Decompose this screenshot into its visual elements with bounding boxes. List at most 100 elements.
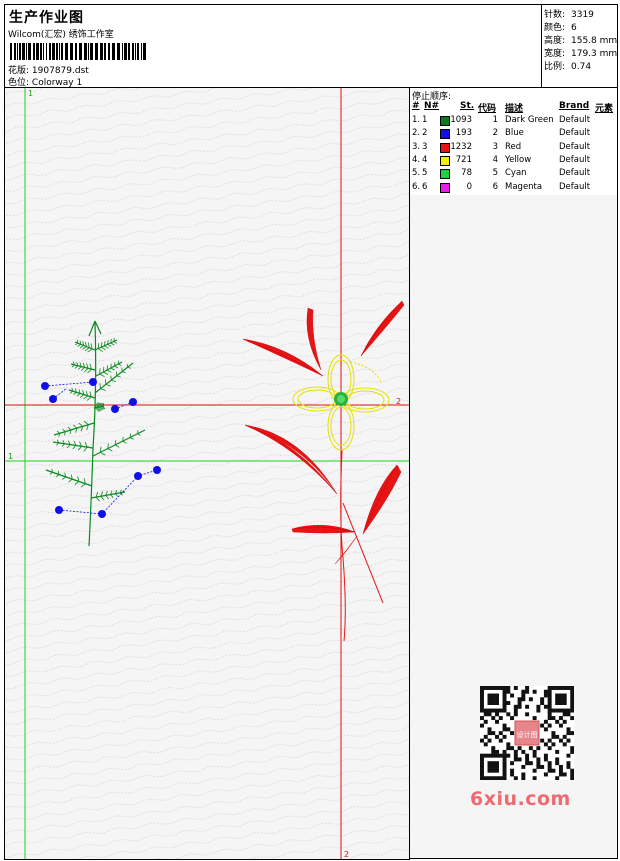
qr-module bbox=[543, 742, 548, 747]
table-row[interactable]: 4. 4 721 4 Yellow Default bbox=[410, 155, 615, 167]
qr-module bbox=[502, 761, 507, 766]
qr-module bbox=[570, 686, 574, 690]
qr-module bbox=[547, 712, 552, 717]
cell-brand: Default bbox=[559, 141, 591, 152]
qr-module bbox=[510, 761, 515, 766]
qr-module bbox=[480, 693, 484, 698]
table-row[interactable]: 1. 1 1093 1 Dark Green Default bbox=[410, 115, 615, 127]
canvas-texture bbox=[5, 88, 409, 859]
qr-module bbox=[540, 764, 545, 769]
qr-module bbox=[551, 686, 556, 690]
color-swatch bbox=[440, 182, 450, 193]
stat-label: 宽度: bbox=[544, 49, 566, 59]
stat-stitches: 针数: 3319 bbox=[544, 7, 594, 20]
qr-module bbox=[570, 697, 574, 702]
qr-module bbox=[513, 749, 518, 754]
table-row[interactable]: 6. 6 0 6 Magenta Default bbox=[410, 182, 615, 194]
qr-module bbox=[558, 738, 563, 743]
qr-module bbox=[547, 764, 552, 769]
cell-desc: Cyan bbox=[505, 168, 527, 179]
stat-height: 高度: 155.8 mm bbox=[544, 33, 617, 46]
qr-module bbox=[513, 704, 518, 709]
qr-module bbox=[570, 731, 574, 736]
guide-label-bottom: 2 bbox=[344, 850, 349, 859]
qr-module bbox=[555, 693, 560, 698]
qr-module bbox=[487, 776, 492, 780]
stat-value: 0.74 bbox=[571, 62, 592, 72]
qr-module bbox=[498, 716, 503, 721]
qr-module bbox=[543, 689, 548, 694]
fern-leaflet bbox=[114, 440, 117, 445]
embroidery-canvas[interactable]: 1 2 1 2 bbox=[4, 87, 410, 860]
qr-module bbox=[513, 753, 518, 758]
fern-leaflet bbox=[122, 436, 124, 442]
barcode-bar bbox=[90, 43, 93, 60]
qr-module bbox=[502, 749, 507, 754]
cell-brand: Default bbox=[559, 115, 591, 125]
color-swatch bbox=[440, 155, 450, 166]
qr-module bbox=[487, 727, 492, 732]
fern-leaflet bbox=[110, 375, 112, 381]
qr-module bbox=[506, 686, 511, 690]
table-row[interactable]: 3. 3 1232 3 Red Default bbox=[410, 142, 615, 154]
qr-module bbox=[502, 704, 507, 709]
qr-module bbox=[551, 716, 556, 721]
cell-num: 5. bbox=[412, 168, 421, 179]
qr-module bbox=[547, 761, 552, 766]
qr-module bbox=[555, 697, 560, 702]
qr-module bbox=[502, 772, 507, 777]
qr-module bbox=[566, 753, 571, 758]
barcode-bar bbox=[104, 43, 106, 60]
qr-module bbox=[491, 708, 496, 713]
guide-label-top: 1 bbox=[28, 89, 33, 98]
cell-st: 78 bbox=[461, 168, 472, 179]
qr-module bbox=[506, 746, 511, 751]
stat-value: 6 bbox=[571, 23, 577, 33]
qr-module bbox=[521, 749, 526, 754]
qr-module bbox=[555, 776, 560, 780]
qr-module bbox=[495, 719, 499, 724]
cell-desc: Dark Green bbox=[505, 115, 554, 125]
stat-value: 155.8 mm bbox=[571, 36, 618, 46]
qr-module bbox=[483, 742, 488, 747]
qr-module bbox=[506, 742, 511, 747]
cell-num: 1. bbox=[412, 115, 421, 125]
qr-module bbox=[551, 768, 556, 773]
col-header-element: 元素 bbox=[595, 104, 614, 114]
qr-module bbox=[487, 693, 492, 698]
qr-module bbox=[506, 689, 511, 694]
qr-module bbox=[532, 689, 537, 694]
qr-module bbox=[532, 716, 537, 721]
barcode-bar bbox=[49, 43, 51, 60]
table-row[interactable]: 5. 5 78 5 Cyan Default bbox=[410, 168, 615, 180]
qr-module bbox=[487, 697, 492, 702]
qr-module bbox=[570, 749, 574, 754]
barcode-bar bbox=[75, 43, 77, 60]
qr-module bbox=[491, 768, 496, 773]
qr-module bbox=[562, 701, 567, 705]
color-swatch bbox=[440, 169, 450, 180]
qr-module bbox=[510, 746, 515, 751]
qr-module bbox=[480, 697, 484, 702]
qr-module bbox=[491, 731, 496, 736]
color-swatch bbox=[440, 129, 450, 140]
table-row[interactable]: 2. 2 193 2 Blue Default bbox=[410, 128, 615, 140]
barcode-bar bbox=[108, 43, 110, 60]
qr-module bbox=[495, 753, 499, 758]
barcode-bar bbox=[46, 43, 47, 60]
qr-module bbox=[513, 708, 518, 713]
qr-module bbox=[558, 697, 563, 702]
qr-module bbox=[570, 701, 574, 705]
qr-module bbox=[491, 693, 496, 698]
fern-leaflet bbox=[129, 433, 131, 438]
col-header-stitches: St. bbox=[460, 101, 475, 111]
qr-module bbox=[543, 704, 548, 709]
qr-module bbox=[555, 686, 560, 690]
barcode-bar bbox=[61, 43, 63, 60]
qr-module bbox=[495, 701, 499, 705]
qr-module bbox=[502, 727, 507, 732]
barcode-bar bbox=[137, 43, 139, 60]
cell-n: 3 bbox=[422, 141, 428, 152]
qr-module bbox=[483, 734, 488, 739]
qr-module bbox=[547, 708, 552, 713]
